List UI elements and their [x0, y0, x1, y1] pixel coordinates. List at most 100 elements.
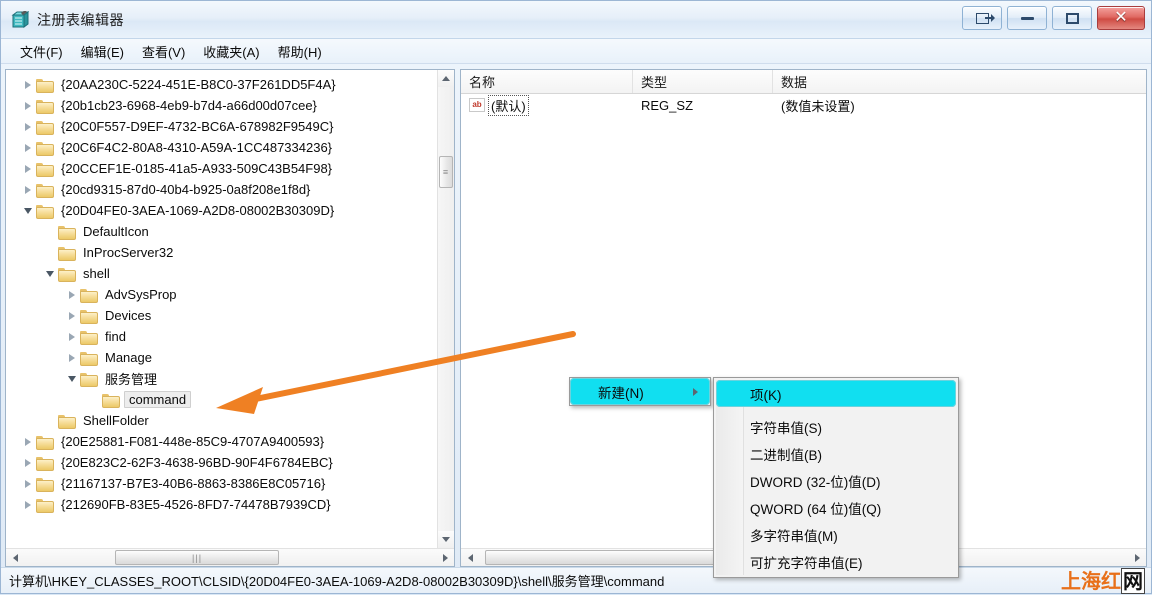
scroll-right-button[interactable]: [436, 549, 454, 566]
tree-viewport[interactable]: {20AA230C-5224-451E-B8C0-37F261DD5F4A}{2…: [6, 70, 454, 548]
tree-item-label: Devices: [102, 308, 154, 323]
tree-item-label: {20cd9315-87d0-40b4-b925-0a8f208e1f8d}: [58, 182, 313, 197]
tree-item[interactable]: ShellFolder: [6, 410, 454, 431]
list-column-header-cell[interactable]: 名称: [461, 70, 633, 93]
chevron-right-icon: [25, 480, 31, 488]
list-column-header-cell[interactable]: 类型: [633, 70, 773, 93]
expand-collapsed-icon[interactable]: [20, 116, 36, 137]
folder-icon: [80, 309, 97, 323]
context-submenu-item-label: 二进制值(B): [750, 444, 822, 464]
restore-down-button[interactable]: [962, 6, 1002, 30]
expand-collapsed-icon[interactable]: [64, 347, 80, 368]
expand-expanded-icon[interactable]: [42, 263, 58, 284]
tree-item-label: {20D04FE0-3AEA-1069-A2D8-08002B30309D}: [58, 203, 337, 218]
expand-expanded-icon[interactable]: [20, 200, 36, 221]
context-menu-item-new-label: 新建(N): [598, 382, 644, 402]
tree-item[interactable]: {20CCEF1E-0185-41a5-A933-509C43B54F98}: [6, 158, 454, 179]
menu-item-edit[interactable]: 编辑(E): [72, 40, 133, 63]
expand-collapsed-icon[interactable]: [20, 494, 36, 515]
folder-icon: [36, 78, 53, 92]
tree-item[interactable]: {20b1cb23-6968-4eb9-b7d4-a66d00d07cee}: [6, 95, 454, 116]
menu-item-help[interactable]: 帮助(H): [269, 40, 331, 63]
list-column-header[interactable]: 名称类型数据: [461, 70, 1146, 94]
scroll-up-button[interactable]: [438, 70, 454, 87]
list-column-header-cell[interactable]: 数据: [773, 70, 1133, 93]
maximize-button[interactable]: [1052, 6, 1092, 30]
folder-icon: [58, 225, 75, 239]
tree-item[interactable]: {20cd9315-87d0-40b4-b925-0a8f208e1f8d}: [6, 179, 454, 200]
tree-item[interactable]: 服务管理: [6, 368, 454, 389]
tree-item[interactable]: shell: [6, 263, 454, 284]
tree-vertical-scrollbar[interactable]: ≡: [437, 70, 454, 548]
expand-expanded-icon[interactable]: [64, 368, 80, 389]
tree-horizontal-scrollbar[interactable]: |||: [6, 548, 454, 566]
tree-item-label: find: [102, 329, 129, 344]
value-name-label: (默认): [488, 95, 529, 116]
tree-item[interactable]: {20E823C2-62F3-4638-96BD-90F4F6784EBC}: [6, 452, 454, 473]
tree-item-label-selected: command: [124, 391, 191, 408]
tree-item[interactable]: {21167137-B7E3-40B6-8863-8386E8C05716}: [6, 473, 454, 494]
scroll-left-button[interactable]: [6, 549, 24, 566]
tree-item[interactable]: find: [6, 326, 454, 347]
status-bar: 计算机\HKEY_CLASSES_ROOT\CLSID\{20D04FE0-3A…: [1, 567, 1151, 593]
context-submenu-item[interactable]: 可扩充字符串值(E): [716, 548, 956, 575]
tree-scroll-thumb[interactable]: ≡: [439, 156, 453, 188]
tree-item[interactable]: command: [6, 389, 454, 410]
folder-icon: [80, 288, 97, 302]
context-menu-new[interactable]: 新建(N): [569, 377, 711, 406]
scroll-right-button[interactable]: [1128, 549, 1146, 566]
context-submenu-new[interactable]: 项(K) 字符串值(S) 二进制值(B) DWORD (32-位)值(D)QWORD …: [713, 377, 959, 578]
tree-item[interactable]: Manage: [6, 347, 454, 368]
expand-collapsed-icon[interactable]: [64, 305, 80, 326]
tree-item[interactable]: AdvSysProp: [6, 284, 454, 305]
tree-hscroll-track[interactable]: |||: [24, 549, 436, 566]
tree-item[interactable]: {20C6F4C2-80A8-4310-A59A-1CC487334236}: [6, 137, 454, 158]
tree-item[interactable]: DefaultIcon: [6, 221, 454, 242]
tree-item[interactable]: {20C0F557-D9EF-4732-BC6A-678982F9549C}: [6, 116, 454, 137]
scroll-left-button[interactable]: [461, 549, 479, 566]
context-submenu-item[interactable]: 字符串值(S): [716, 413, 956, 440]
expand-collapsed-icon[interactable]: [20, 431, 36, 452]
expand-collapsed-icon[interactable]: [20, 95, 36, 116]
tree-item-label: {20E25881-F081-448e-85C9-4707A9400593}: [58, 434, 327, 449]
table-row[interactable]: ab(默认)REG_SZ(数值未设置): [461, 94, 1146, 116]
grip-icon: |||: [192, 553, 202, 563]
folder-icon: [36, 99, 53, 113]
context-submenu-item[interactable]: 项(K): [716, 380, 956, 407]
folder-icon: [36, 477, 53, 491]
expand-collapsed-icon[interactable]: [20, 137, 36, 158]
expand-collapsed-icon[interactable]: [20, 179, 36, 200]
expand-collapsed-icon[interactable]: [20, 452, 36, 473]
context-submenu-item[interactable]: 多字符串值(M): [716, 521, 956, 548]
tree-item[interactable]: Devices: [6, 305, 454, 326]
scroll-down-button[interactable]: [438, 531, 454, 548]
value-name-cell[interactable]: ab(默认): [461, 95, 633, 116]
menu-item-favorites[interactable]: 收藏夹(A): [194, 40, 268, 63]
context-menu-item-new[interactable]: 新建(N): [570, 378, 710, 405]
registry-tree-pane: {20AA230C-5224-451E-B8C0-37F261DD5F4A}{2…: [5, 69, 455, 567]
tree-hscroll-thumb[interactable]: |||: [115, 550, 280, 565]
menu-item-file[interactable]: 文件(F): [11, 40, 72, 63]
tree-item[interactable]: {20D04FE0-3AEA-1069-A2D8-08002B30309D}: [6, 200, 454, 221]
expand-collapsed-icon[interactable]: [20, 473, 36, 494]
tree-root: {20AA230C-5224-451E-B8C0-37F261DD5F4A}{2…: [6, 74, 454, 515]
minimize-button[interactable]: [1007, 6, 1047, 30]
context-submenu-item[interactable]: DWORD (32-位)值(D): [716, 467, 956, 494]
tree-item[interactable]: InProcServer32: [6, 242, 454, 263]
expand-collapsed-icon[interactable]: [64, 326, 80, 347]
tree-item[interactable]: {20E25881-F081-448e-85C9-4707A9400593}: [6, 431, 454, 452]
menu-item-view[interactable]: 查看(V): [133, 40, 194, 63]
chevron-down-icon: [46, 271, 54, 277]
tree-item[interactable]: {212690FB-83E5-4526-8FD7-74478B7939CD}: [6, 494, 454, 515]
expand-collapsed-icon[interactable]: [20, 158, 36, 179]
expand-collapsed-icon[interactable]: [20, 74, 36, 95]
folder-icon: [80, 330, 97, 344]
registry-editor-window: 注册表编辑器 ✕ 文件(F) 编辑(E) 查看(V) 收藏夹(A) 帮助(H): [0, 0, 1152, 594]
close-button[interactable]: ✕: [1097, 6, 1145, 30]
site-watermark: 上海红网: [1061, 570, 1145, 592]
context-submenu-item[interactable]: 二进制值(B): [716, 440, 956, 467]
expand-collapsed-icon[interactable]: [64, 284, 80, 305]
context-submenu-item[interactable]: QWORD (64 位)值(Q): [716, 494, 956, 521]
tree-item-label: AdvSysProp: [102, 287, 180, 302]
tree-item[interactable]: {20AA230C-5224-451E-B8C0-37F261DD5F4A}: [6, 74, 454, 95]
